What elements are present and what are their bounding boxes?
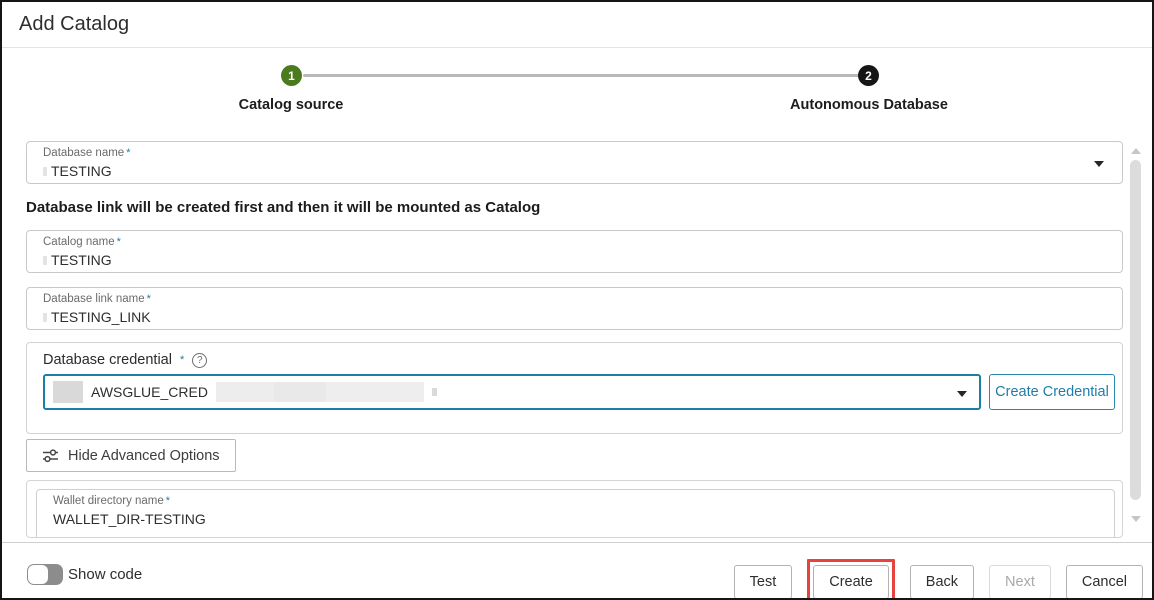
scrollbar-thumb[interactable]: [1130, 160, 1141, 500]
toggle-knob: [28, 565, 48, 584]
step-2-number: 2: [865, 69, 872, 83]
wallet-directory-name-input[interactable]: Wallet directory name* WALLET_DIR-TESTIN…: [36, 489, 1115, 538]
wallet-directory-name-value: WALLET_DIR-TESTING: [53, 510, 1098, 528]
catalog-name-label: Catalog name*: [43, 236, 1106, 249]
catalog-name-value: TESTING: [43, 251, 1106, 269]
database-name-label: Database name*: [43, 147, 1106, 160]
scrollbar-down-arrow[interactable]: [1131, 516, 1141, 522]
database-link-name-value: TESTING_LINK: [43, 308, 1106, 326]
wallet-directory-name-label: Wallet directory name*: [53, 495, 1098, 508]
test-button[interactable]: Test: [734, 565, 793, 599]
stepper-connector-line: [303, 74, 859, 77]
next-button: Next: [989, 565, 1051, 599]
step-1-label: Catalog source: [161, 97, 421, 113]
back-button[interactable]: Back: [910, 565, 974, 599]
page-title: Add Catalog: [19, 13, 129, 36]
header-divider: [2, 47, 1152, 48]
required-marker: *: [180, 354, 184, 366]
database-credential-select[interactable]: AWSGLUE_CRED: [43, 374, 981, 410]
database-credential-label: Database credential* ?: [43, 352, 207, 368]
step-1-indicator[interactable]: 1: [281, 65, 302, 86]
database-credential-section: Database credential* ? AWSGLUE_CRED Crea…: [26, 342, 1123, 434]
cancel-button[interactable]: Cancel: [1066, 565, 1143, 599]
redacted-block: [43, 167, 47, 176]
step-2-indicator[interactable]: 2: [858, 65, 879, 86]
scrollbar-up-arrow[interactable]: [1131, 148, 1141, 154]
annotation-highlight-box: Create: [807, 559, 895, 600]
show-code-toggle[interactable]: [27, 564, 63, 585]
required-marker: *: [166, 495, 170, 507]
create-credential-button[interactable]: Create Credential: [989, 374, 1115, 410]
help-icon[interactable]: ?: [192, 353, 207, 368]
database-link-info-text: Database link will be created first and …: [26, 199, 540, 216]
database-credential-value: AWSGLUE_CRED: [91, 384, 208, 400]
database-link-name-label: Database link name*: [43, 293, 1106, 306]
hide-advanced-options-button[interactable]: Hide Advanced Options: [26, 439, 236, 472]
redacted-block: [43, 313, 47, 322]
chevron-down-icon[interactable]: [1094, 161, 1104, 167]
catalog-name-input[interactable]: Catalog name* TESTING: [26, 230, 1123, 273]
redacted-block: [274, 382, 424, 402]
add-catalog-dialog: Add Catalog 1 2 Catalog source Autonomou…: [0, 0, 1154, 600]
required-marker: *: [117, 236, 121, 248]
footer-divider: [2, 542, 1152, 543]
sliders-icon: [42, 448, 59, 464]
database-name-select[interactable]: Database name* TESTING: [26, 141, 1123, 184]
chevron-down-icon[interactable]: [957, 391, 967, 397]
footer-actions: Test Create Back Next Cancel: [734, 559, 1143, 600]
redacted-block: [43, 256, 47, 265]
database-link-name-input[interactable]: Database link name* TESTING_LINK: [26, 287, 1123, 330]
create-button[interactable]: Create: [813, 565, 889, 599]
step-1-number: 1: [288, 69, 295, 83]
required-marker: *: [126, 147, 130, 159]
required-marker: *: [147, 293, 151, 305]
redacted-block: [432, 388, 437, 396]
step-2-label: Autonomous Database: [739, 97, 999, 113]
redacted-block: [53, 381, 83, 403]
database-name-value: TESTING: [43, 162, 1106, 180]
show-code-label: Show code: [68, 566, 142, 583]
hide-advanced-options-label: Hide Advanced Options: [68, 448, 220, 464]
advanced-options-section: Wallet directory name* WALLET_DIR-TESTIN…: [26, 480, 1123, 538]
